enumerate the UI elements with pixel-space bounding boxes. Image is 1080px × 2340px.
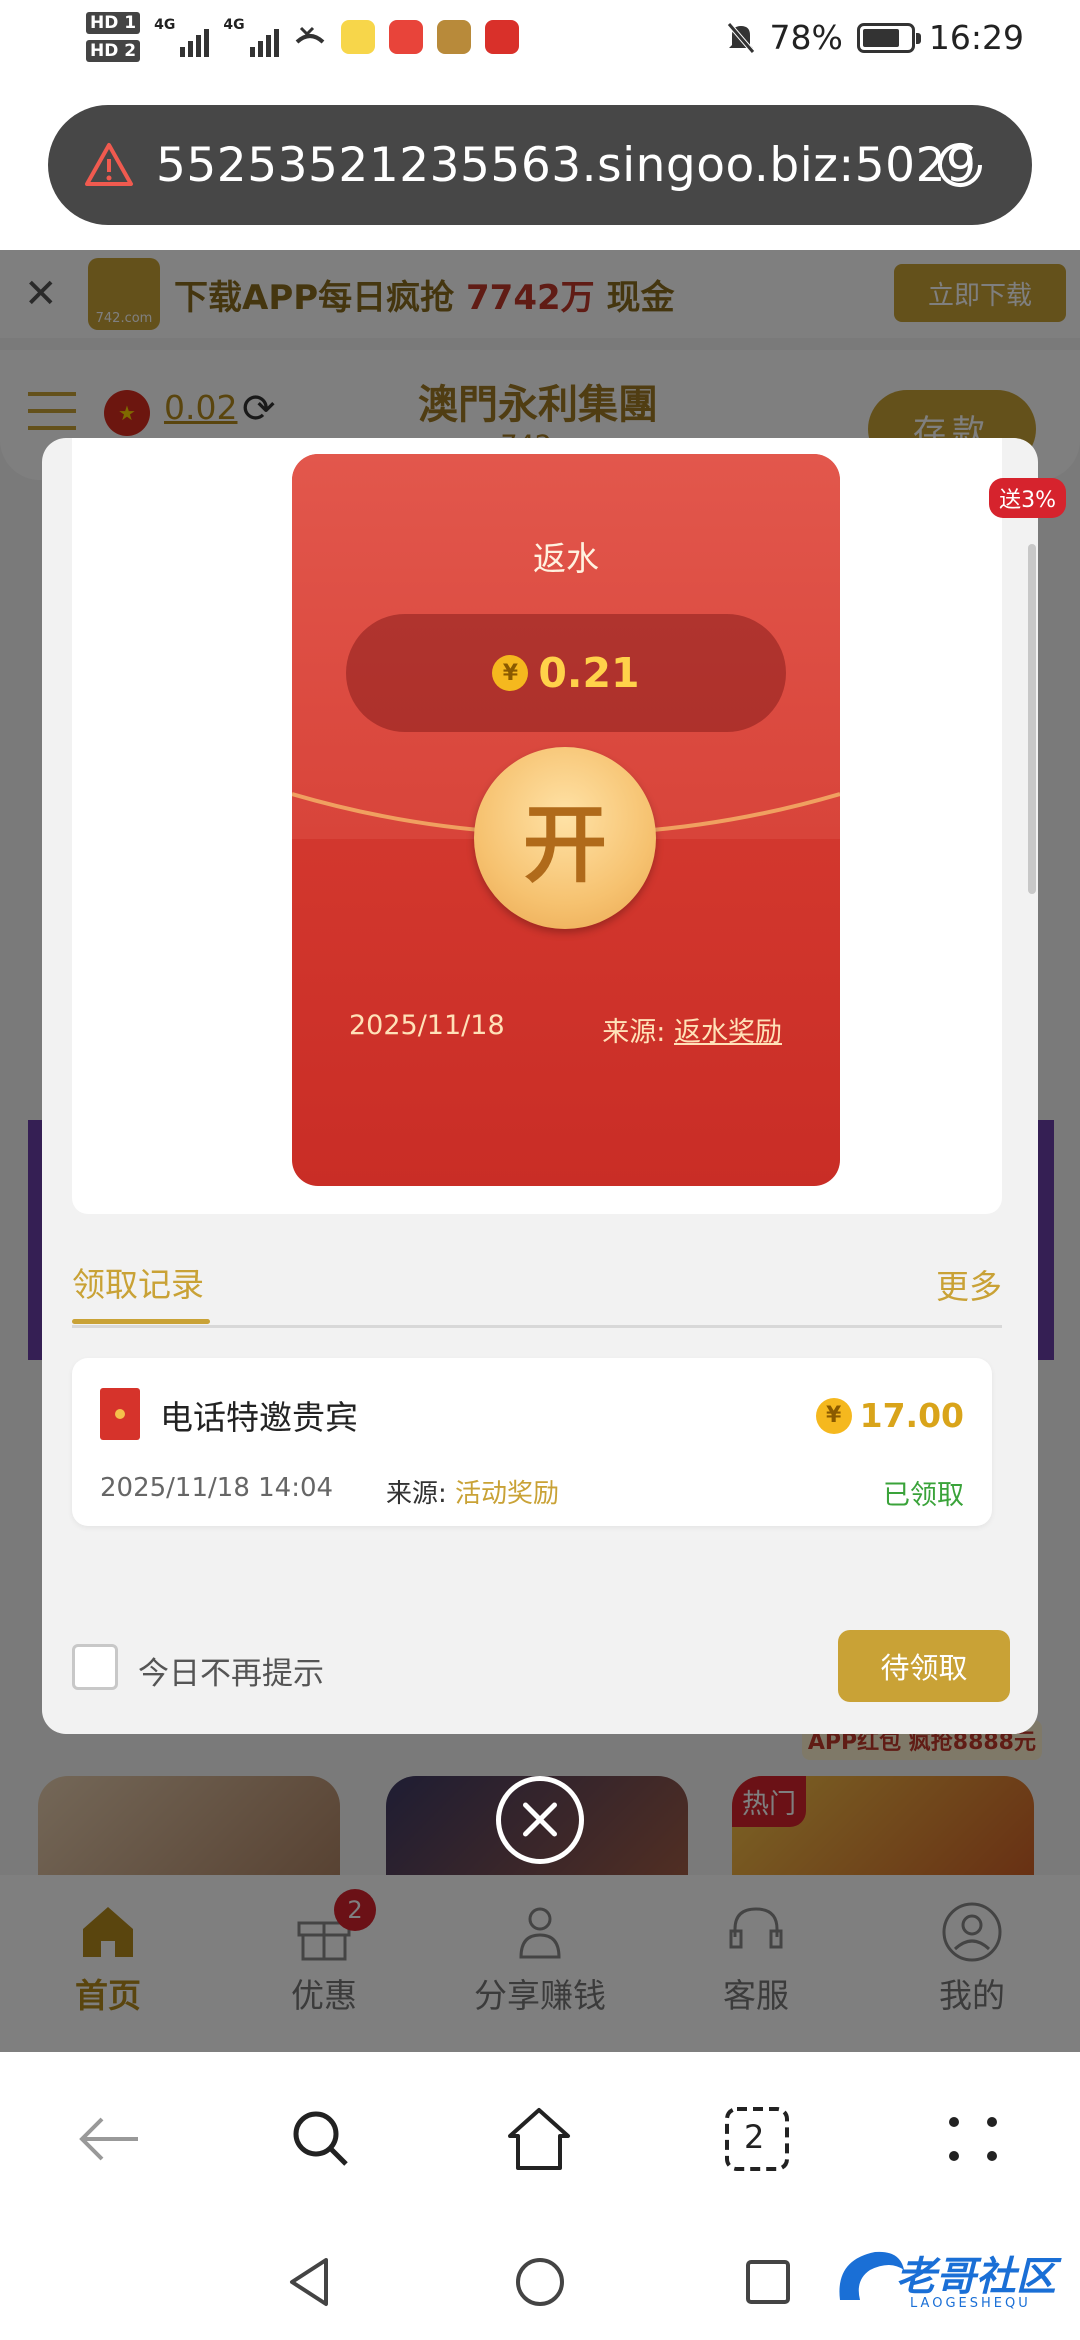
modal-close-icon[interactable]	[496, 1776, 584, 1864]
modal-scrollbar[interactable]	[1028, 544, 1036, 894]
red-packet-icon	[100, 1388, 140, 1440]
battery-icon	[856, 22, 921, 53]
dont-show-label[interactable]: 今日不再提示	[138, 1648, 324, 1693]
huawei-store-icon	[388, 20, 423, 54]
envelope-date: 2025/11/18	[349, 1010, 505, 1041]
watermark-logo: 老哥社区 LAOGESHEQU	[830, 2234, 1070, 2324]
record-card: 电话特邀贵宾 ¥ 17.00 2025/11/18 14:04 来源: 活动奖励…	[72, 1358, 992, 1526]
nav-back-icon[interactable]	[286, 2256, 332, 2308]
nav-recents-icon[interactable]	[744, 2258, 792, 2306]
record-source-value: 活动奖励	[455, 1479, 560, 1509]
envelope-source-link[interactable]: 返水奖励	[674, 1017, 782, 1048]
red-packet-modal: 返水 ¥ 0.21 开 2025/11/18 来源: 返水奖励 领取记录 更多 …	[42, 438, 1038, 1734]
more-link[interactable]: 更多	[936, 1260, 1002, 1308]
warning-icon[interactable]	[84, 140, 134, 190]
news-app-icon	[484, 20, 519, 54]
battery-fill	[862, 28, 899, 47]
weibo-app-icon	[340, 20, 375, 54]
records-tabs: 领取记录 更多	[72, 1258, 1002, 1328]
open-label: 开	[522, 795, 607, 894]
mute-bell-icon	[726, 21, 755, 54]
status-right: 78% 16:29	[726, 18, 1024, 57]
dont-show-checkbox[interactable]	[72, 1644, 118, 1690]
system-nav-bar: 老哥社区 LAOGESHEQU	[0, 2222, 1080, 2340]
yen-coin-icon: ¥	[815, 1397, 852, 1434]
record-name: 电话特邀贵宾	[160, 1398, 358, 1437]
network-type-label: 4G	[154, 17, 176, 33]
record-amount-value: 17.00	[859, 1396, 964, 1435]
sim2-label: HD 2	[86, 40, 141, 62]
status-bar: HD 1 HD 2 4G 4G 78% 16:29	[0, 0, 1080, 95]
search-icon[interactable]	[286, 2104, 356, 2174]
back-arrow-icon[interactable]	[74, 2104, 144, 2174]
browser-toolbar: 2	[0, 2052, 1080, 2222]
clock: 16:29	[928, 18, 1024, 57]
record-source: 来源: 活动奖励	[386, 1473, 559, 1510]
network-type-label-2: 4G	[223, 17, 245, 33]
envelope-source-label: 来源:	[602, 1017, 666, 1048]
open-envelope-button[interactable]: 开	[474, 747, 656, 929]
active-tab-indicator	[72, 1319, 210, 1324]
deposit-bonus-badge: 送3%	[989, 478, 1066, 518]
tab-claim-records[interactable]: 领取记录	[72, 1258, 204, 1306]
url-text[interactable]: 55253521235563.singoo.biz:5029	[156, 138, 976, 193]
signal-icon-2: 4G	[223, 17, 279, 57]
tabs-switcher[interactable]: 2	[722, 2104, 792, 2174]
game-app-icon	[436, 20, 471, 54]
battery-percent: 78%	[769, 18, 843, 57]
pending-claim-button[interactable]: 待领取	[838, 1630, 1010, 1702]
sim1-label: HD 1	[86, 12, 141, 34]
envelope-panel: 返水 ¥ 0.21 开 2025/11/18 来源: 返水奖励	[72, 438, 1002, 1214]
missed-call-icon	[295, 26, 324, 44]
envelope-amount-value: 0.21	[538, 649, 640, 697]
red-envelope: 返水 ¥ 0.21 开 2025/11/18 来源: 返水奖励	[292, 454, 840, 1186]
watermark-sub: LAOGESHEQU	[910, 2296, 1031, 2311]
yen-coin-icon: ¥	[492, 655, 529, 691]
url-bar[interactable]: 55253521235563.singoo.biz:5029	[48, 105, 1032, 225]
record-source-label: 来源:	[386, 1479, 447, 1509]
reload-icon[interactable]	[930, 135, 990, 195]
home-icon[interactable]	[504, 2104, 574, 2174]
envelope-amount: ¥ 0.21	[346, 614, 786, 732]
envelope-title: 返水	[533, 539, 599, 578]
nav-home-icon[interactable]	[514, 2256, 566, 2308]
record-amount: ¥ 17.00	[815, 1396, 964, 1435]
status-left: HD 1 HD 2 4G 4G	[86, 12, 519, 62]
more-menu-icon[interactable]	[938, 2104, 1008, 2174]
envelope-source: 来源: 返水奖励	[602, 1010, 782, 1049]
watermark-text: 老哥社区	[896, 2254, 1056, 2300]
tab-count: 2	[744, 2118, 765, 2156]
record-datetime: 2025/11/18 14:04	[100, 1473, 334, 1503]
signal-icon: 4G	[154, 17, 210, 57]
record-status: 已领取	[883, 1480, 964, 1511]
sim-indicators: HD 1 HD 2	[86, 12, 141, 62]
